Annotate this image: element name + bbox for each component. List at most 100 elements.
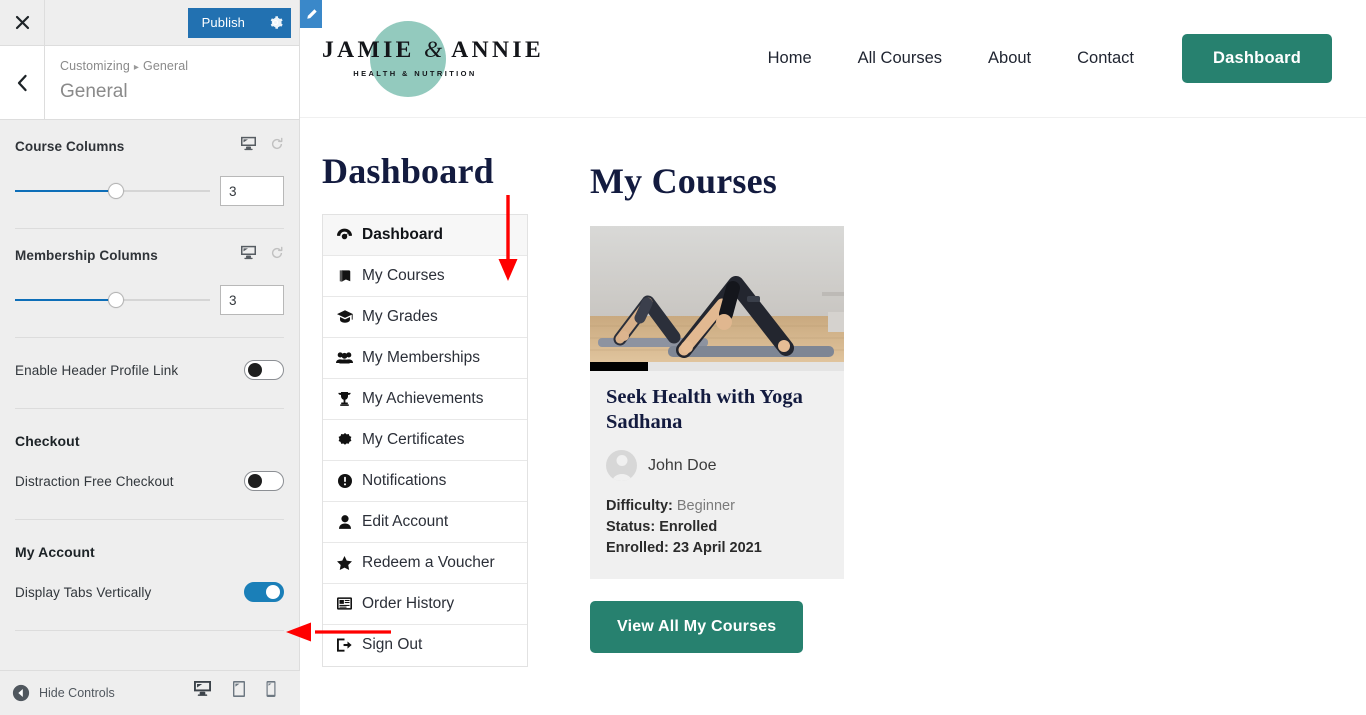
list-alt-icon: [336, 597, 353, 610]
breadcrumb: Customizing ▸ General: [60, 58, 299, 76]
control-distraction-free-checkout: Distraction Free Checkout: [15, 449, 284, 520]
course-status-key: Status:: [606, 519, 656, 536]
customizer-section-title: General: [60, 81, 128, 102]
enable-header-profile-link-toggle[interactable]: [244, 360, 284, 380]
course-card[interactable]: Seek Health with Yoga Sadhana John Doe D…: [590, 226, 844, 580]
control-enable-header-profile-link: Enable Header Profile Link: [15, 338, 284, 409]
publish-button[interactable]: Publish: [187, 7, 259, 38]
dashboard-tab-my-courses[interactable]: My Courses: [323, 255, 527, 297]
dashboard-tab-label: My Certificates: [362, 430, 465, 448]
hide-controls-button[interactable]: Hide Controls: [12, 684, 115, 702]
nav-dashboard-button[interactable]: Dashboard: [1182, 34, 1332, 83]
hide-controls-label: Hide Controls: [39, 686, 115, 700]
nav-link-all-courses[interactable]: All Courses: [835, 49, 965, 68]
nav-link-about[interactable]: About: [965, 49, 1054, 68]
breadcrumb-root: Customizing: [60, 59, 130, 73]
logo-tagline: HEALTH & NUTRITION: [353, 68, 477, 78]
dashboard-tab-my-grades[interactable]: My Grades: [323, 296, 527, 338]
control-label: Enable Header Profile Link: [15, 362, 179, 378]
dashboard-tab-my-achievements[interactable]: My Achievements: [323, 378, 527, 420]
dashboard-tab-order-history[interactable]: Order History: [323, 583, 527, 625]
control-display-tabs-vertically: Display Tabs Vertically: [15, 560, 284, 631]
pencil-icon[interactable]: [300, 0, 322, 28]
course-enrolled-key: Enrolled:: [606, 540, 669, 557]
course-author-name: John Doe: [648, 456, 717, 474]
dashboard-tab-label: Redeem a Voucher: [362, 553, 495, 571]
site-logo[interactable]: JAMIE & ANNIE HEALTH & NUTRITION: [322, 7, 541, 111]
course-status-row: Status: Enrolled: [606, 517, 828, 538]
trophy-icon: [336, 391, 353, 406]
customizer-topbar: Publish: [0, 0, 299, 46]
dashboard-icon: [336, 228, 353, 241]
distraction-free-checkout-toggle[interactable]: [244, 471, 284, 491]
slider-handle[interactable]: [108, 183, 125, 199]
course-card-body: Seek Health with Yoga Sadhana John Doe D…: [590, 371, 844, 579]
course-difficulty-value: Beginner: [676, 498, 735, 515]
course-columns-slider[interactable]: [15, 183, 210, 199]
control-group-heading: Checkout: [15, 433, 80, 449]
tablet-icon[interactable]: [232, 680, 246, 707]
control-label: Membership Columns: [15, 247, 158, 263]
dashboard-tabs: Dashboard My Courses My Grades My Membershi…: [322, 213, 528, 667]
customizer-panel: Publish Customizing ▸ General General Cour…: [0, 0, 300, 715]
close-icon[interactable]: [0, 0, 45, 45]
screen-root: JAMIE & ANNIE HEALTH & NUTRITION Home Al…: [0, 0, 1366, 715]
course-columns-input[interactable]: [220, 176, 284, 206]
dashboard-tab-label: Edit Account: [362, 512, 449, 530]
page-title: Dashboard: [322, 151, 494, 191]
dashboard-tab-label: Sign Out: [362, 636, 423, 654]
desktop-icon[interactable]: [240, 136, 257, 156]
dashboard-tab-label: My Memberships: [362, 348, 480, 366]
customizer-header: Customizing ▸ General General: [0, 46, 299, 120]
dashboard-tab-label: My Achievements: [362, 389, 484, 407]
customizer-preview-frame: JAMIE & ANNIE HEALTH & NUTRITION Home Al…: [300, 0, 1366, 715]
view-all-my-courses-button[interactable]: View All My Courses: [590, 601, 804, 654]
dashboard-tab-my-memberships[interactable]: My Memberships: [323, 337, 527, 379]
customizer-footer: Hide Controls: [0, 670, 300, 715]
logo-brand-amp: &: [424, 37, 444, 64]
customizer-controls: Course Columns Membership Columns Enable H…: [0, 120, 299, 631]
my-courses-heading: My Courses: [590, 161, 777, 201]
membership-columns-slider[interactable]: [15, 292, 210, 308]
dashboard-tab-dashboard[interactable]: Dashboard: [323, 214, 527, 256]
course-author: John Doe: [606, 450, 828, 482]
dashboard-tab-label: My Courses: [362, 266, 445, 284]
dashboard-tab-label: My Grades: [362, 307, 438, 325]
slider-handle[interactable]: [108, 292, 125, 308]
collapse-left-icon: [12, 684, 30, 702]
course-title: Seek Health with Yoga Sadhana: [606, 386, 803, 433]
dashboard-tab-redeem-a-voucher[interactable]: Redeem a Voucher: [323, 542, 527, 584]
control-checkout-heading: Checkout: [15, 409, 284, 449]
mobile-icon[interactable]: [266, 680, 276, 707]
dashboard-tab-sign-out[interactable]: Sign Out: [323, 624, 527, 666]
gear-icon[interactable]: [259, 7, 291, 38]
dashboard-tab-label: Order History: [362, 594, 455, 612]
dashboard-tab-my-certificates[interactable]: My Certificates: [323, 419, 527, 461]
display-tabs-vertically-toggle[interactable]: [244, 582, 284, 602]
desktop-icon[interactable]: [240, 245, 257, 265]
course-difficulty-row: Difficulty: Beginner: [606, 496, 828, 517]
control-label: Distraction Free Checkout: [15, 473, 174, 489]
reset-icon[interactable]: [270, 137, 284, 156]
device-preview-buttons: [193, 680, 288, 707]
dashboard-tab-notifications[interactable]: Notifications: [323, 460, 527, 502]
reset-icon[interactable]: [270, 246, 284, 265]
nav-link-home[interactable]: Home: [745, 49, 835, 68]
logo-brand-right: ANNIE: [451, 37, 545, 64]
site-nav: Home All Courses About Contact Dashboard: [745, 34, 1332, 83]
nav-link-contact[interactable]: Contact: [1054, 49, 1157, 68]
chevron-left-icon[interactable]: [0, 46, 45, 119]
control-my-account-heading: My Account: [15, 520, 284, 560]
course-enrolled-value: 23 April 2021: [672, 540, 762, 557]
users-icon: [336, 351, 353, 364]
user-icon: [336, 514, 353, 529]
certificate-icon: [336, 432, 353, 447]
desktop-icon[interactable]: [193, 680, 212, 706]
control-label: Course Columns: [15, 138, 125, 154]
dashboard-tab-label: Notifications: [362, 471, 447, 489]
avatar: [606, 450, 637, 482]
dashboard-tab-edit-account[interactable]: Edit Account: [323, 501, 527, 543]
course-status-value: Enrolled: [659, 519, 718, 536]
sign-out-icon: [336, 638, 353, 652]
membership-columns-input[interactable]: [220, 285, 284, 315]
